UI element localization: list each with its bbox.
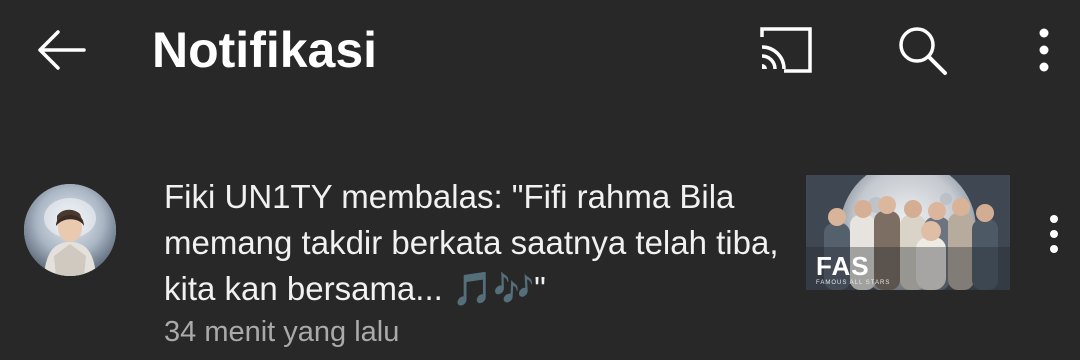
notification-time: 34 menit yang lalu [164, 316, 400, 348]
search-icon [899, 27, 947, 75]
cast-button[interactable] [749, 14, 821, 86]
notification-text: Fiki UN1TY membalas: "Fifi rahma Bila me… [164, 178, 779, 307]
more-options-button[interactable] [1008, 14, 1080, 86]
user-avatar [24, 184, 116, 276]
more-vert-icon [1039, 28, 1049, 72]
avatar[interactable] [24, 184, 116, 276]
video-thumbnail[interactable]: FAS FAMOUS ALL STARS [806, 175, 1010, 290]
notification-more-button[interactable] [1028, 202, 1080, 266]
top-app-bar: Notifikasi [0, 0, 1080, 100]
cast-icon [760, 27, 812, 73]
arrow-left-icon [38, 30, 86, 70]
notification-item[interactable]: Fiki UN1TY membalas: "Fifi rahma Bila me… [0, 160, 1080, 360]
thumbnail-subtitle: FAMOUS ALL STARS [816, 280, 891, 286]
back-button[interactable] [24, 14, 96, 86]
more-vert-icon [1050, 215, 1058, 253]
search-button[interactable] [886, 14, 958, 86]
thumbnail-logo: FAS [816, 251, 870, 281]
page-title: Notifikasi [152, 22, 378, 78]
